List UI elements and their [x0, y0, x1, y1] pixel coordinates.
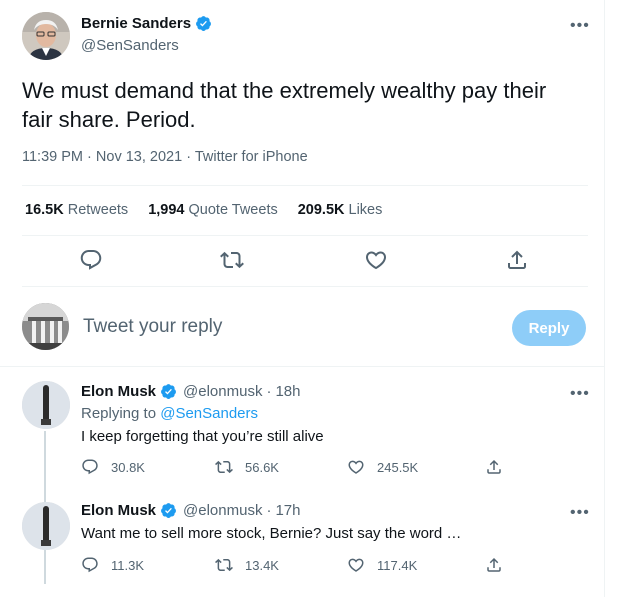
reply-text: Want me to sell more stock, Bernie? Just… — [81, 525, 462, 542]
like-icon[interactable] — [364, 248, 388, 272]
meta-separator: · — [87, 149, 92, 165]
header-separator: · — [266, 502, 272, 519]
avatar-elon-musk[interactable] — [22, 502, 70, 550]
tweet-stats: 16.5K Retweets 1,994 Quote Tweets 209.5K… — [25, 202, 382, 218]
replying-handle-link[interactable]: @SenSanders — [160, 405, 258, 422]
divider — [22, 185, 588, 186]
avatar-current-user[interactable] — [22, 303, 69, 350]
retweet-action[interactable]: 13.4K — [215, 556, 279, 574]
avatar-bernie-sanders[interactable] — [22, 12, 70, 60]
share-icon[interactable] — [505, 248, 529, 272]
more-icon[interactable]: ••• — [570, 386, 590, 402]
retweet-icon — [215, 460, 233, 474]
retweets-stat[interactable]: 16.5K Retweets — [25, 202, 128, 218]
reply-header: Elon Musk @elonmusk · 18h — [81, 383, 300, 400]
reply-author-handle[interactable]: @elonmusk — [183, 383, 262, 400]
reply-count: 11.3K — [111, 557, 145, 573]
retweet-count: 13.4K — [245, 557, 279, 573]
reply-input[interactable]: Tweet your reply — [83, 316, 222, 338]
tweet-text: We must demand that the extremely wealth… — [22, 78, 547, 132]
reply-icon[interactable] — [79, 248, 103, 272]
like-count: 117.4K — [377, 557, 418, 573]
reply-actions: 30.8K 56.6K 245.5K — [81, 458, 521, 478]
tweet-date[interactable]: Nov 13, 2021 — [96, 149, 182, 165]
tweet-meta: 11:39 PM · Nov 13, 2021 · Twitter for iP… — [22, 149, 308, 165]
replying-prefix: Replying to — [81, 405, 157, 422]
tweet-actions — [0, 248, 604, 272]
reply-icon — [82, 459, 98, 475]
reply-icon — [82, 557, 98, 573]
verified-badge-icon — [196, 16, 211, 31]
retweet-action[interactable]: 56.6K — [215, 458, 279, 476]
like-action[interactable]: 245.5K — [347, 458, 418, 476]
share-action[interactable] — [485, 556, 503, 574]
share-action[interactable] — [485, 458, 503, 476]
divider — [22, 235, 588, 236]
divider — [0, 366, 604, 367]
reply-time[interactable]: 17h — [275, 502, 300, 519]
verified-badge-icon — [161, 503, 176, 518]
like-count: 245.5K — [377, 459, 419, 475]
reply-button[interactable]: Reply — [512, 310, 586, 346]
verified-badge-icon — [161, 384, 176, 399]
tweet-time[interactable]: 11:39 PM — [22, 149, 83, 165]
reply-time[interactable]: 18h — [275, 383, 300, 400]
tweet-source[interactable]: Twitter for iPhone — [195, 149, 308, 165]
more-icon[interactable]: ••• — [570, 18, 590, 34]
retweet-icon[interactable] — [220, 248, 244, 272]
author-handle[interactable]: @SenSanders — [81, 37, 179, 54]
column-border — [604, 0, 605, 597]
header-separator: · — [266, 383, 272, 400]
reply-header: Elon Musk @elonmusk · 17h — [81, 502, 300, 519]
meta-separator: · — [186, 149, 192, 165]
author-name[interactable]: Bernie Sanders — [81, 15, 212, 32]
more-icon[interactable]: ••• — [570, 505, 590, 521]
like-icon — [348, 558, 364, 572]
reply-action[interactable]: 11.3K — [81, 556, 144, 574]
reply-author-name[interactable]: Elon Musk — [81, 383, 156, 400]
reply-count: 30.8K — [111, 459, 145, 475]
tweet-page: Bernie Sanders @SenSanders ••• We must d… — [0, 0, 624, 597]
retweet-count: 56.6K — [245, 459, 279, 475]
reply-action[interactable]: 30.8K — [81, 458, 145, 476]
share-icon — [487, 557, 501, 572]
author-name-text[interactable]: Bernie Sanders — [81, 15, 191, 32]
share-icon — [487, 459, 501, 474]
reply-actions: 11.3K 13.4K 117.4K — [81, 556, 521, 576]
retweet-icon — [215, 558, 233, 572]
like-action[interactable]: 117.4K — [347, 556, 417, 574]
replying-to: Replying to @SenSanders — [81, 405, 258, 422]
reply-author-handle[interactable]: @elonmusk — [183, 502, 262, 519]
reply-author-name[interactable]: Elon Musk — [81, 502, 156, 519]
avatar-elon-musk[interactable] — [22, 381, 70, 429]
reply-text: I keep forgetting that you’re still aliv… — [81, 428, 324, 445]
likes-stat[interactable]: 209.5K Likes — [298, 202, 383, 218]
divider — [22, 286, 588, 287]
like-icon — [348, 460, 364, 474]
quote-tweets-stat[interactable]: 1,994 Quote Tweets — [148, 202, 278, 218]
